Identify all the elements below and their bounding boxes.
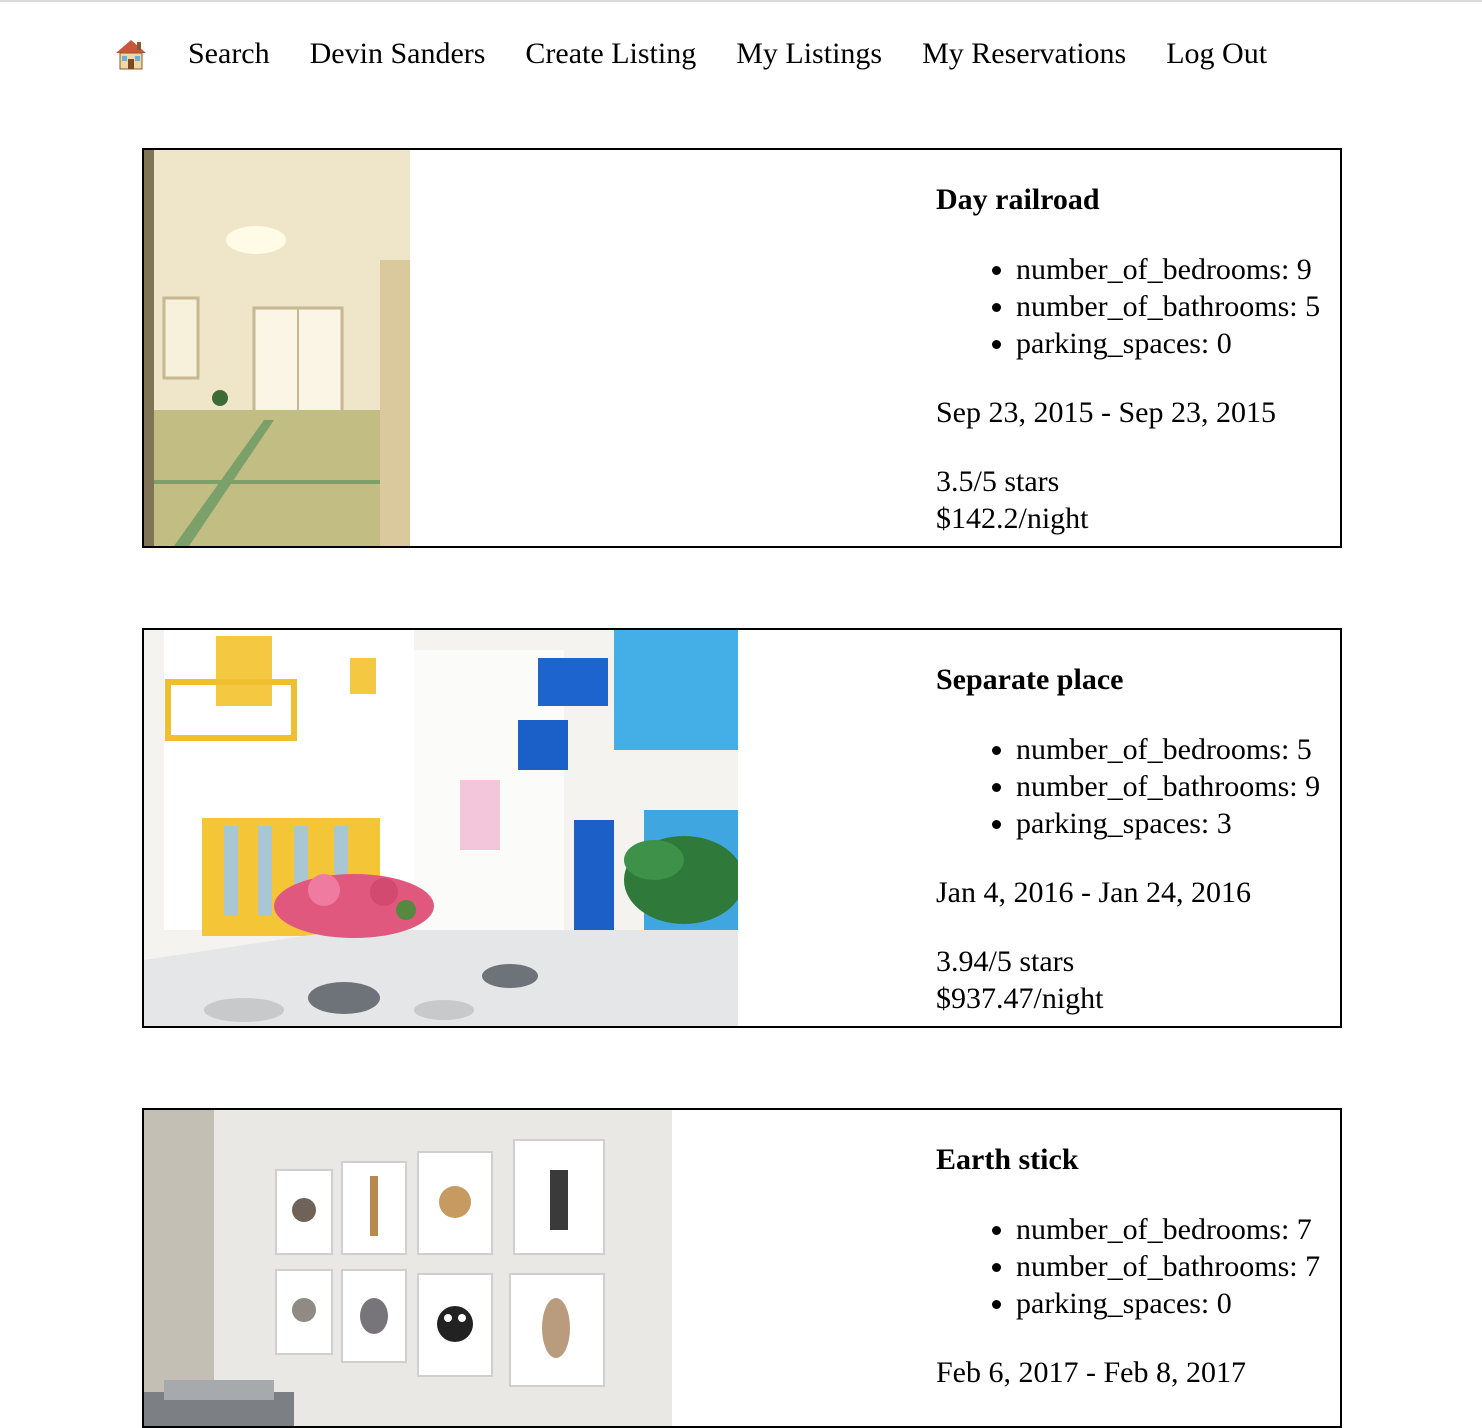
nav-create-listing[interactable]: Create Listing <box>525 36 696 72</box>
listing-features: number_of_bedrooms: 7 number_of_bathroom… <box>936 1211 1340 1322</box>
listing-photo <box>144 150 410 546</box>
listing-photo <box>144 630 738 1026</box>
listing-features: number_of_bedrooms: 9 number_of_bathroom… <box>936 251 1340 362</box>
nav-profile[interactable]: Devin Sanders <box>310 36 486 72</box>
top-nav: Search Devin Sanders Create Listing My L… <box>114 36 1267 72</box>
feature-parking: parking_spaces: 3 <box>1016 805 1340 842</box>
listing-dates: Jan 4, 2016 - Jan 24, 2016 <box>936 876 1251 909</box>
nav-search[interactable]: Search <box>188 36 270 72</box>
nav-log-out[interactable]: Log Out <box>1166 36 1267 72</box>
listing-rating: 3.5/5 stars <box>936 465 1060 498</box>
listing-dates: Sep 23, 2015 - Sep 23, 2015 <box>936 396 1276 429</box>
nav-my-listings[interactable]: My Listings <box>736 36 882 72</box>
listing-info: Separate place number_of_bedrooms: 5 num… <box>936 648 1340 1017</box>
listing-price: $142.2/night <box>936 502 1089 535</box>
feature-bedrooms: number_of_bedrooms: 9 <box>1016 251 1340 288</box>
feature-bathrooms: number_of_bathrooms: 7 <box>1016 1248 1340 1285</box>
feature-parking: parking_spaces: 0 <box>1016 325 1340 362</box>
listing-card[interactable]: Separate place number_of_bedrooms: 5 num… <box>142 628 1342 1028</box>
feature-bathrooms: number_of_bathrooms: 5 <box>1016 288 1340 325</box>
listing-title[interactable]: Separate place <box>936 662 1340 698</box>
listing-card[interactable]: Day railroad number_of_bedrooms: 9 numbe… <box>142 148 1342 548</box>
feature-bedrooms: number_of_bedrooms: 5 <box>1016 731 1340 768</box>
listing-photo <box>144 1110 672 1426</box>
listing-dates: Feb 6, 2017 - Feb 8, 2017 <box>936 1356 1246 1389</box>
listing-info: Day railroad number_of_bedrooms: 9 numbe… <box>936 168 1340 537</box>
listing-features: number_of_bedrooms: 5 number_of_bathroom… <box>936 731 1340 842</box>
nav-my-reservations[interactable]: My Reservations <box>922 36 1126 72</box>
listing-title[interactable]: Day railroad <box>936 182 1340 218</box>
house-icon[interactable] <box>114 37 148 71</box>
listing-info: Earth stick number_of_bedrooms: 7 number… <box>936 1128 1340 1391</box>
listing-price: $937.47/night <box>936 982 1104 1015</box>
feature-parking: parking_spaces: 0 <box>1016 1285 1340 1322</box>
feature-bedrooms: number_of_bedrooms: 7 <box>1016 1211 1340 1248</box>
listing-title[interactable]: Earth stick <box>936 1142 1340 1178</box>
listing-card[interactable]: Earth stick number_of_bedrooms: 7 number… <box>142 1108 1342 1428</box>
feature-bathrooms: number_of_bathrooms: 9 <box>1016 768 1340 805</box>
listing-rating: 3.94/5 stars <box>936 945 1075 978</box>
